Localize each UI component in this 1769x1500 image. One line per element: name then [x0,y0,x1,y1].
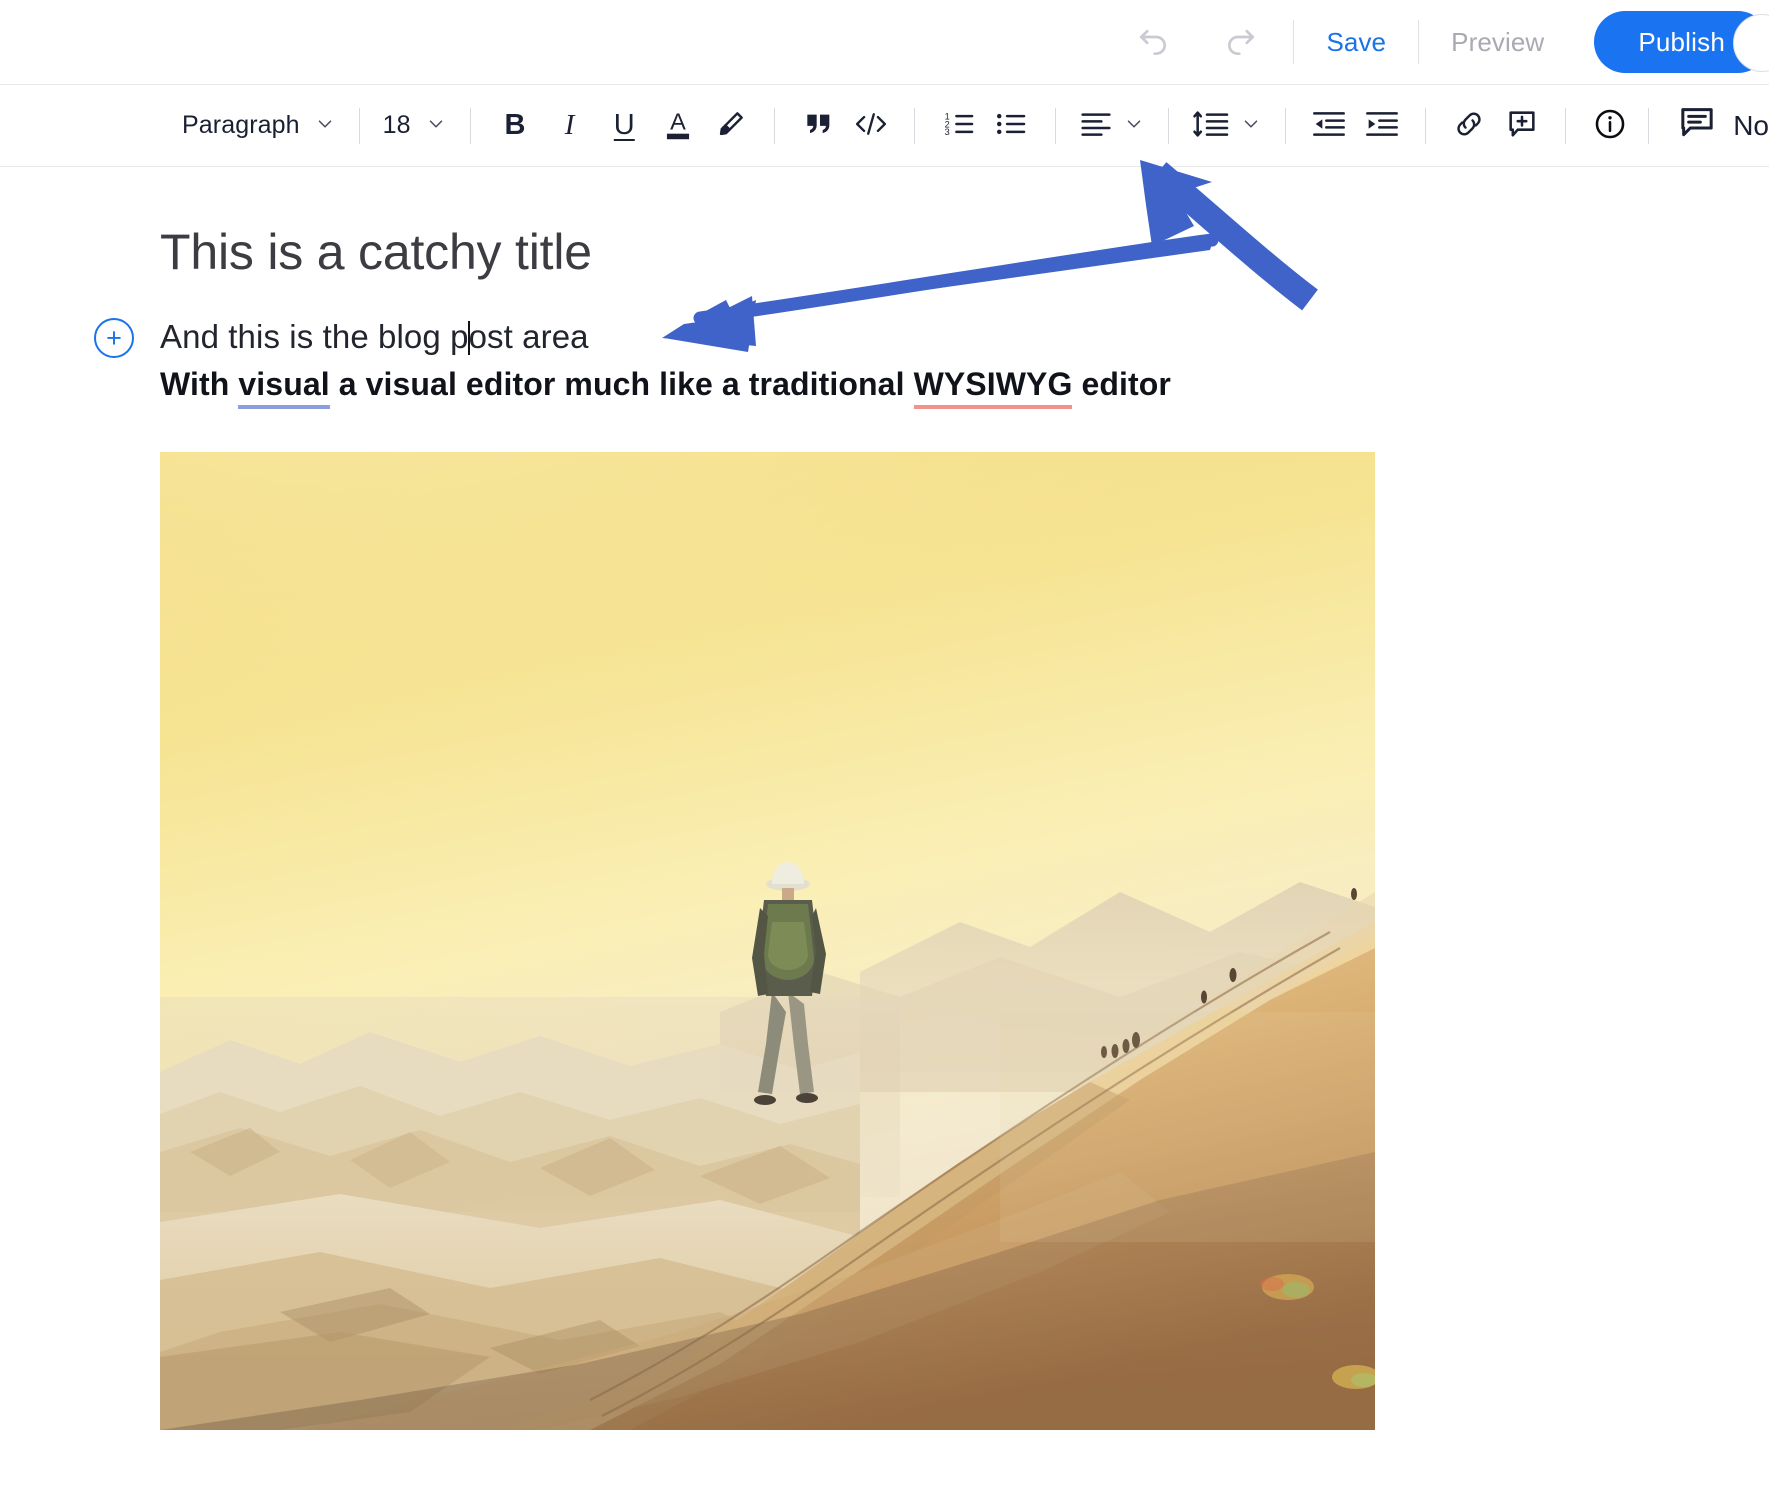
editor-window: Save Preview Publish Paragraph 18 B I U [0,0,1769,1500]
chevron-down-icon [314,113,336,138]
spelling-flagged-word[interactable]: WYSIWYG [914,366,1073,409]
grammar-flagged-word[interactable]: visual [238,366,329,409]
block-style-label: Paragraph [182,111,300,140]
toolbar-divider-5 [1055,108,1056,144]
embedded-image[interactable] [160,452,1375,1430]
save-button[interactable]: Save [1316,21,1396,64]
code-icon [853,107,889,144]
toolbar-divider-7 [1285,108,1286,144]
paragraph-2-segment-1: With [160,366,238,402]
undo-icon [1133,22,1173,62]
insert-media-button[interactable] [1496,98,1549,154]
top-divider-2 [1418,20,1419,64]
top-actions-group: Save Preview Publish [1123,11,1769,73]
notes-icon[interactable] [1677,103,1717,148]
paragraph-1-text-after-caret: ost area [469,318,589,355]
unordered-list-button[interactable] [985,98,1038,154]
italic-button[interactable]: I [542,98,597,154]
toolbar-divider-8 [1425,108,1426,144]
info-button[interactable] [1583,98,1636,154]
toolbar-divider-4 [914,108,915,144]
redo-button[interactable] [1211,12,1271,72]
align-left-icon [1079,108,1113,143]
font-size-label: 18 [383,111,411,140]
bold-button[interactable]: B [488,98,543,154]
toolbar-right-group: No [1636,103,1769,148]
code-block-button[interactable] [845,98,898,154]
notes-label: No [1733,110,1769,142]
outdent-button[interactable] [1303,98,1356,154]
redo-icon [1221,22,1261,62]
text-color-button[interactable]: A [652,98,705,154]
paragraph-2-segment-3: editor [1072,366,1170,402]
text-align-button[interactable] [1073,98,1151,154]
indent-icon [1364,108,1400,143]
svg-text:3: 3 [944,127,949,137]
line-height-button[interactable] [1186,98,1268,154]
paragraph-2-segment-2: a visual editor much like a traditional [330,366,914,402]
link-icon [1452,107,1486,144]
insert-link-button[interactable] [1443,98,1496,154]
add-block-button[interactable]: + [94,318,134,358]
chevron-down-icon [425,113,447,138]
bullet-list-icon [994,108,1028,143]
top-divider-1 [1293,20,1294,64]
preview-button[interactable]: Preview [1441,21,1554,64]
paragraph-block-1[interactable]: And this is the blog post area [160,318,589,356]
toolbar-divider-1 [359,108,360,144]
text-color-icon: A [661,106,695,145]
paragraph-1-text-before-caret: And this is the blog p [160,318,469,355]
underline-button[interactable]: U [597,98,652,154]
toolbar-divider-6 [1168,108,1169,144]
toolbar-divider-10 [1648,108,1649,144]
paragraph-block-2[interactable]: With visual a visual editor much like a … [160,366,1171,403]
toolbar-divider-2 [470,108,471,144]
chevron-down-icon [1240,113,1262,138]
svg-text:A: A [670,109,686,135]
indent-button[interactable] [1355,98,1408,154]
highlight-button[interactable] [704,98,757,154]
block-style-select[interactable]: Paragraph [176,98,342,154]
info-icon [1593,107,1627,144]
outdent-icon [1311,108,1347,143]
undo-button[interactable] [1123,12,1183,72]
editor-canvas[interactable]: This is a catchy title + And this is the… [0,168,1769,1500]
font-size-select[interactable]: 18 [377,98,453,154]
numbered-list-icon: 1 2 3 [942,108,976,143]
insert-image-icon [1505,107,1539,144]
line-spacing-icon [1192,108,1230,143]
toolbar-divider-9 [1565,108,1566,144]
quote-icon [802,108,834,143]
highlighter-icon [714,107,748,144]
photo-illustration [160,452,1375,1430]
chevron-down-icon [1123,113,1145,138]
page-title[interactable]: This is a catchy title [160,223,592,281]
top-action-bar: Save Preview Publish [0,0,1769,85]
formatting-toolbar: Paragraph 18 B I U A [0,85,1769,167]
toolbar-divider-3 [774,108,775,144]
blockquote-button[interactable] [792,98,845,154]
ordered-list-button[interactable]: 1 2 3 [932,98,985,154]
